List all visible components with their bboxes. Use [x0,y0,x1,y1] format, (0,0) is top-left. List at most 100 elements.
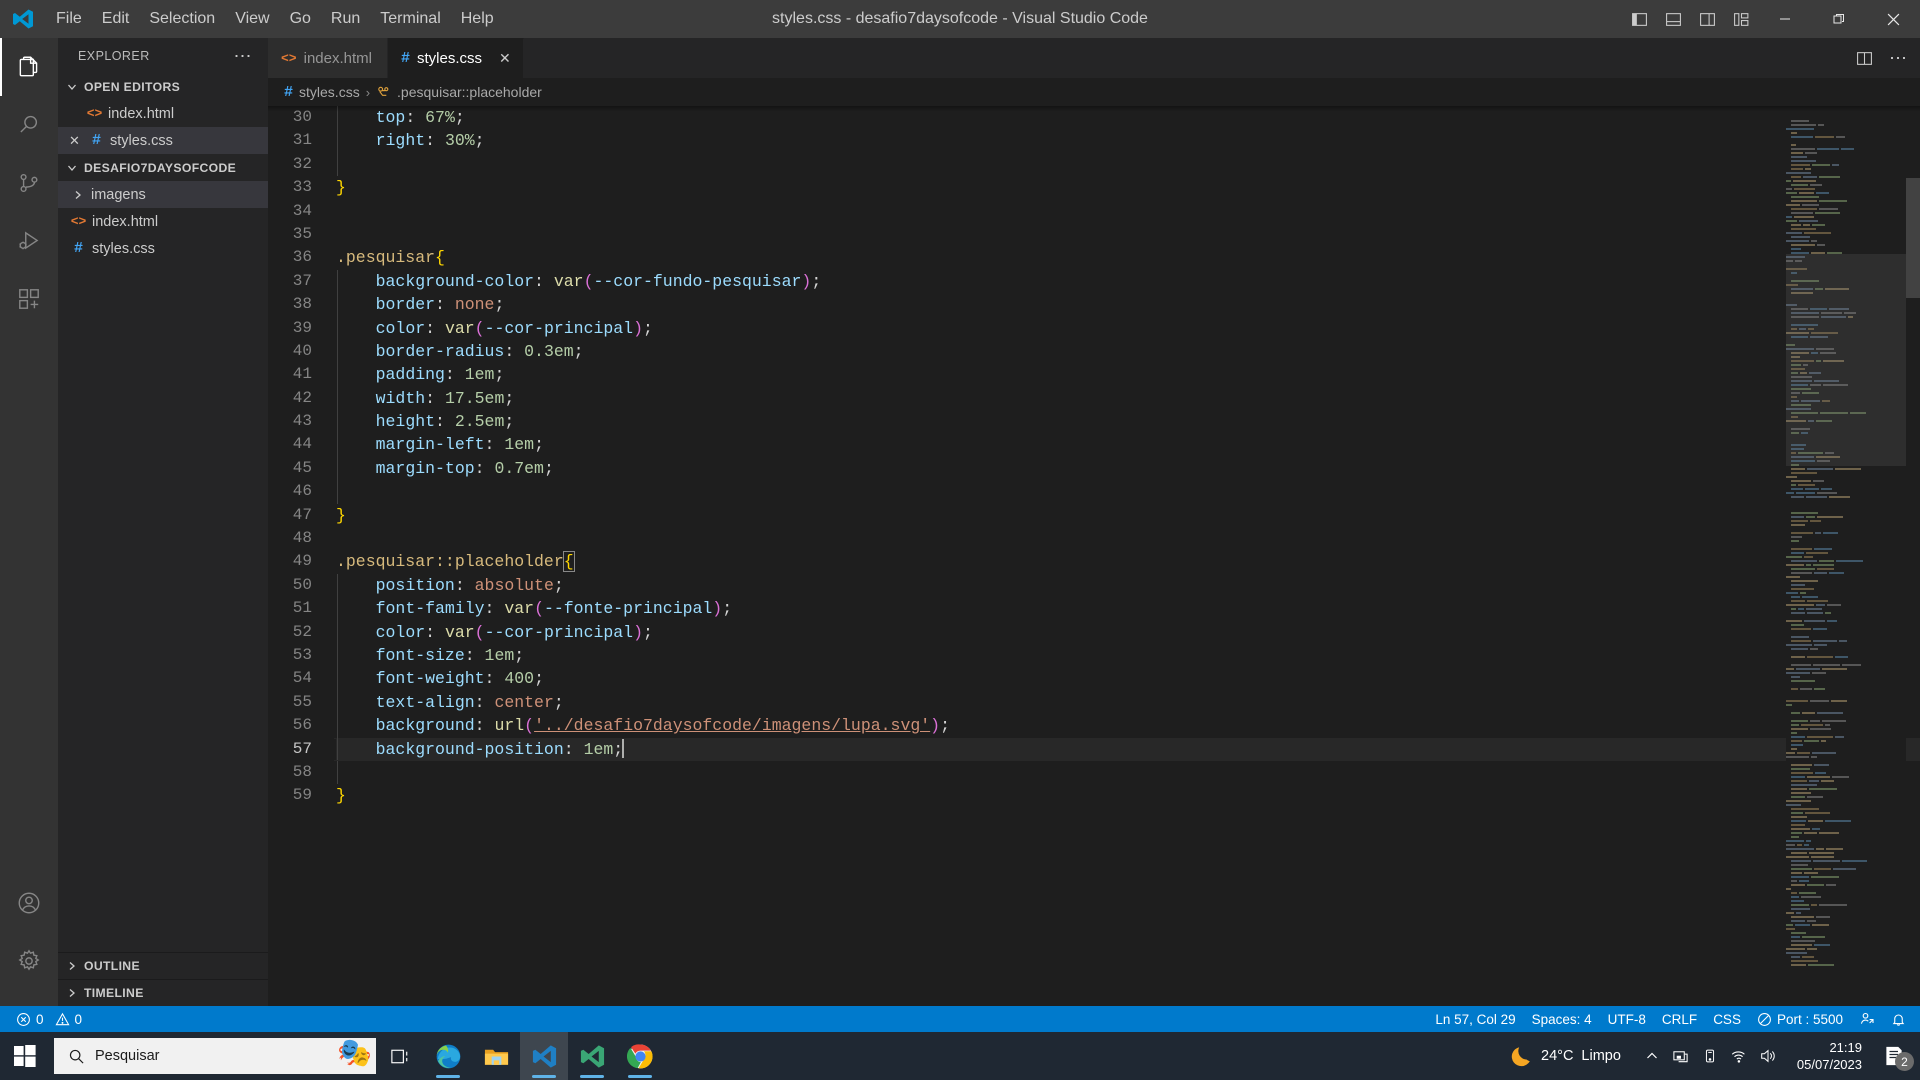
close-icon[interactable]: ✕ [66,133,83,149]
minimize-button[interactable] [1758,0,1812,38]
menu-selection[interactable]: Selection [139,0,225,38]
code-line[interactable]: text-align: center; [336,690,1920,715]
file-tree-item-index-html[interactable]: <> index.html [58,208,268,235]
code-line[interactable] [336,200,1920,223]
menu-help[interactable]: Help [451,0,504,38]
toggle-secondary-sidebar-icon[interactable] [1690,0,1724,38]
status-eol[interactable]: CRLF [1654,1006,1705,1032]
restore-button[interactable] [1812,0,1866,38]
explorer-more-actions-icon[interactable]: ⋯ [226,47,260,65]
code-line[interactable]: right: 30%; [336,129,1920,153]
code-line[interactable]: font-family: var(--fonte-principal); [336,597,1920,621]
task-view-button[interactable] [376,1032,424,1080]
more-actions-icon[interactable]: ⋯ [1882,42,1914,74]
code-line[interactable]: background: url('../desafio7daysofcode/i… [336,714,1920,738]
breadcrumb-symbol[interactable]: .pesquisar::placeholder [397,84,542,100]
toggle-primary-sidebar-icon[interactable] [1622,0,1656,38]
code-line[interactable]: background-position: 1em; [334,737,1920,762]
activity-extensions-icon[interactable] [0,270,58,328]
vscode-insiders-button[interactable] [568,1032,616,1080]
code-editor[interactable]: 30 31 32 33 34 35 36 37 38 39 40 41 42 43 44 45 46 47 48 49… [268,106,1920,1006]
code-line[interactable]: .pesquisar::placeholder{ [336,550,1920,573]
code-line[interactable]: font-size: 1em; [336,643,1920,668]
close-button[interactable] [1866,0,1920,38]
bluetooth-icon[interactable] [1697,1032,1723,1080]
code-line[interactable] [336,152,1920,177]
code-line[interactable]: position: absolute; [336,573,1920,598]
activity-source-control-icon[interactable] [0,154,58,212]
code-line[interactable]: color: var(--cor-principal); [336,316,1920,340]
menu-terminal[interactable]: Terminal [370,0,450,38]
close-icon[interactable]: ✕ [499,50,511,67]
status-live-server[interactable]: Port : 5500 [1749,1006,1851,1032]
code-line[interactable]: } [336,504,1920,527]
menu-edit[interactable]: Edit [92,0,140,38]
microsoft-edge-button[interactable] [424,1032,472,1080]
vertical-scrollbar[interactable] [1906,106,1920,1006]
minimap[interactable] [1786,106,1906,1006]
status-line-col[interactable]: Ln 57, Col 29 [1427,1006,1523,1032]
code-content[interactable]: top: 67%; right: 30%;} .pesquisar{ backgr… [334,106,1920,1006]
code-line[interactable]: margin-top: 0.7em; [336,456,1920,481]
open-editor-index-html[interactable]: <> index.html [58,100,268,127]
activity-accounts-icon[interactable] [0,874,58,932]
code-line[interactable]: .pesquisar{ [336,246,1920,269]
file-tree-item-imagens[interactable]: imagens [58,181,268,208]
file-explorer-button[interactable] [472,1032,520,1080]
code-line[interactable]: border: none; [336,293,1920,317]
toggle-panel-icon[interactable] [1656,0,1690,38]
menu-go[interactable]: Go [280,0,321,38]
code-line[interactable] [336,760,1920,785]
code-line[interactable]: } [336,784,1920,807]
code-line[interactable]: padding: 1em; [336,363,1920,387]
code-line[interactable]: color: var(--cor-principal); [336,620,1920,644]
menu-run[interactable]: Run [321,0,370,38]
taskbar-clock[interactable]: 21:19 05/07/2023 [1787,1032,1872,1080]
chevron-up-icon[interactable] [1639,1032,1665,1080]
code-line[interactable]: margin-left: 1em; [336,433,1920,457]
taskbar-search-box[interactable]: Pesquisar 🎭 [54,1038,376,1074]
file-tree-item-styles-css[interactable]: # styles.css [58,235,268,262]
code-line[interactable] [336,527,1920,550]
split-editor-right-icon[interactable] [1848,42,1880,74]
code-line[interactable]: } [336,176,1920,199]
menu-file[interactable]: File [46,0,92,38]
scrollbar-thumb[interactable] [1906,178,1920,298]
wifi-icon[interactable] [1726,1032,1752,1080]
status-language-mode[interactable]: CSS [1705,1006,1749,1032]
minimap-slider[interactable] [1786,254,1906,466]
start-button[interactable] [0,1032,50,1080]
code-line[interactable]: height: 2.5em; [336,410,1920,434]
code-line[interactable] [336,223,1920,246]
code-line[interactable]: font-weight: 400; [336,667,1920,691]
code-line[interactable]: background-color: var(--cor-fundo-pesqui… [336,269,1920,294]
volume-icon[interactable] [1755,1032,1781,1080]
status-notifications-bell-icon[interactable] [1883,1006,1914,1032]
notification-center-button[interactable]: 2 [1872,1032,1916,1080]
timeline-section-header[interactable]: TIMELINE [58,979,268,1006]
code-line[interactable]: top: 67%; [336,106,1920,130]
project-section-header[interactable]: DESAFIO7DAYSOFCODE [58,154,268,181]
status-problems[interactable]: 0 0 [8,1006,90,1032]
code-line[interactable]: width: 17.5em; [336,386,1920,411]
breadcrumb-file[interactable]: styles.css [299,84,360,100]
weather-widget[interactable]: 24°C Limpo [1497,1032,1633,1080]
code-line[interactable]: border-radius: 0.3em; [336,339,1920,364]
onedrive-icon[interactable] [1668,1032,1694,1080]
google-chrome-button[interactable] [616,1032,664,1080]
menu-view[interactable]: View [225,0,279,38]
status-indentation[interactable]: Spaces: 4 [1524,1006,1600,1032]
activity-manage-settings-icon[interactable] [0,932,58,990]
activity-explorer-icon[interactable] [0,38,58,96]
activity-run-debug-icon[interactable] [0,212,58,270]
open-editor-styles-css[interactable]: ✕ # styles.css [58,127,268,154]
code-line[interactable] [336,480,1920,504]
tab-index-html[interactable]: <> index.html [268,38,388,78]
outline-section-header[interactable]: OUTLINE [58,952,268,979]
activity-search-icon[interactable] [0,96,58,154]
customize-layout-icon[interactable] [1724,0,1758,38]
status-remote-window[interactable] [1851,1006,1883,1032]
status-encoding[interactable]: UTF-8 [1600,1006,1654,1032]
open-editors-section-header[interactable]: OPEN EDITORS [58,73,268,100]
visual-studio-code-button[interactable] [520,1032,568,1080]
